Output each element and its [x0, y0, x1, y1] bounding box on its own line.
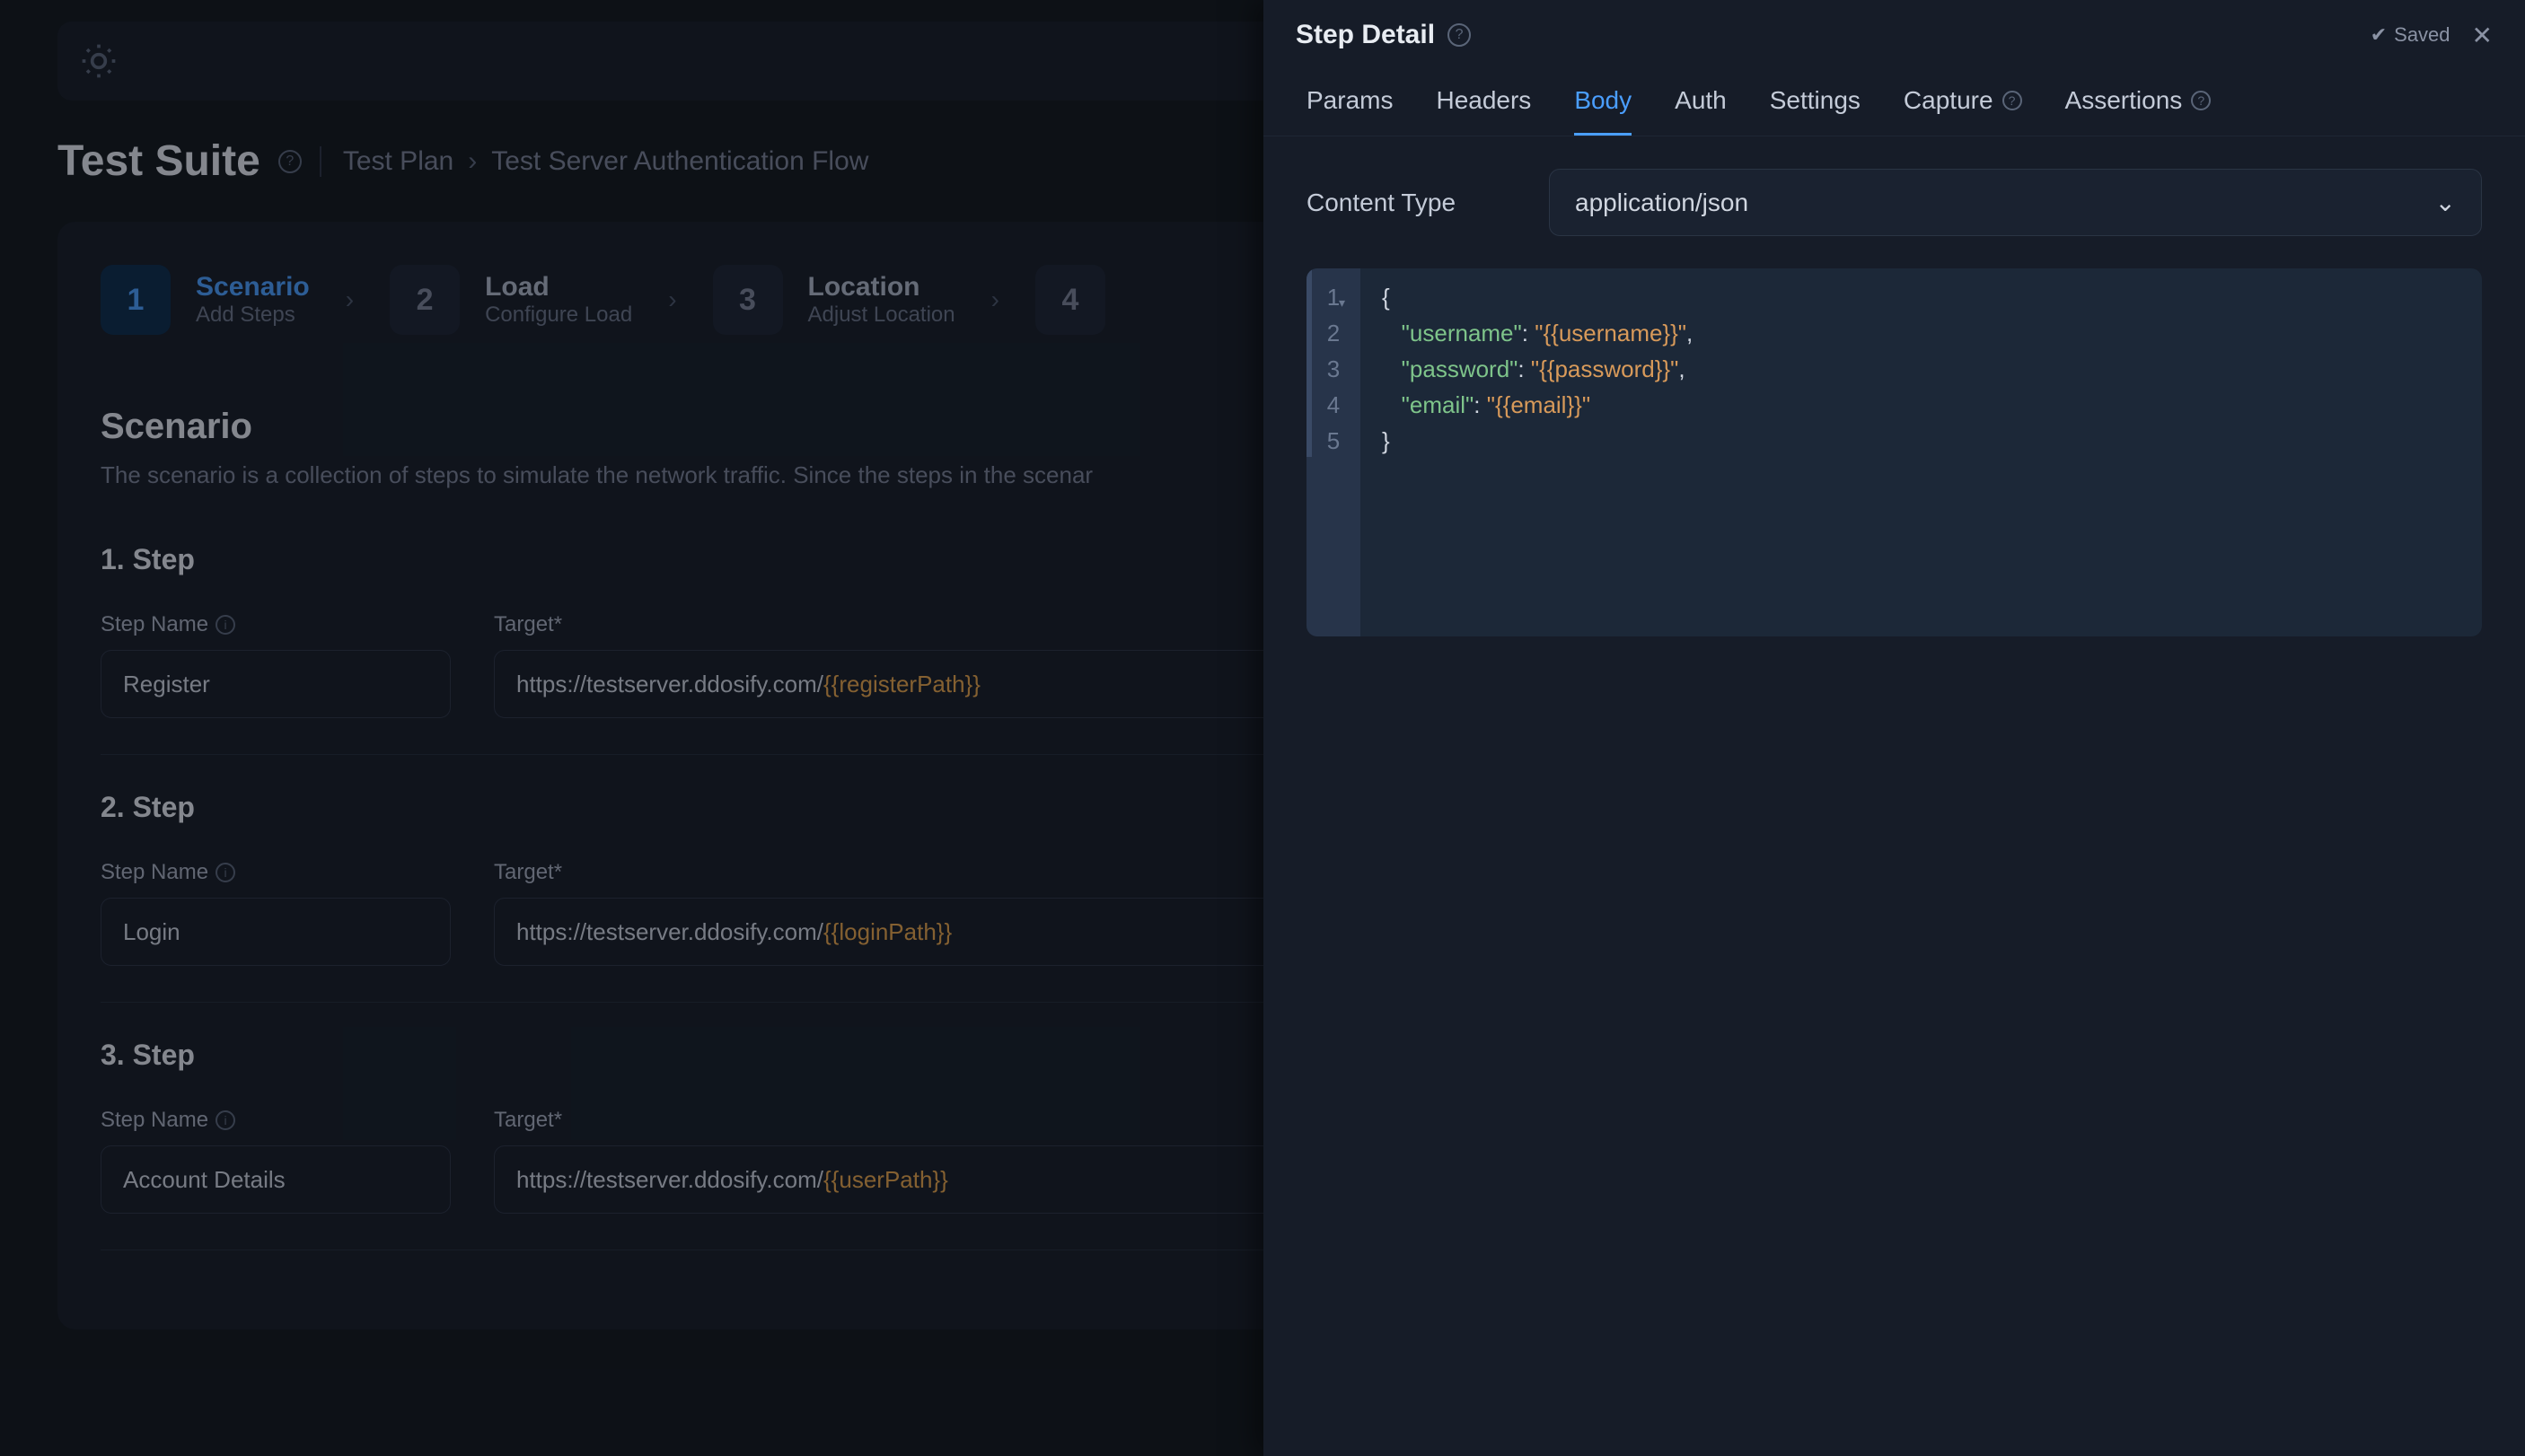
content-type-label: Content Type	[1306, 189, 1495, 217]
panel-title: Step Detail	[1296, 20, 1435, 50]
help-icon[interactable]: ?	[1447, 23, 1471, 47]
step-detail-panel: Step Detail ? ✔ Saved ✕ Params Headers Bod…	[1263, 0, 2525, 1456]
close-icon[interactable]: ✕	[2472, 21, 2493, 50]
help-icon[interactable]: ?	[2191, 91, 2211, 110]
saved-status: ✔ Saved	[2371, 23, 2450, 47]
fold-icon[interactable]: ▾	[1339, 285, 1345, 320]
tab-assertions[interactable]: Assertions?	[2065, 86, 2212, 136]
tab-headers[interactable]: Headers	[1436, 86, 1531, 136]
chevron-down-icon: ⌄	[2435, 188, 2456, 217]
tab-params[interactable]: Params	[1306, 86, 1393, 136]
code-editor[interactable]: 12345 ▾ { "username": "{{username}}", "p…	[1306, 268, 2482, 636]
tab-auth[interactable]: Auth	[1675, 86, 1727, 136]
panel-tabs: Params Headers Body Auth Settings Capture? Ass…	[1263, 70, 2525, 136]
tab-body[interactable]: Body	[1574, 86, 1632, 136]
check-icon: ✔	[2371, 23, 2387, 47]
help-icon[interactable]: ?	[2002, 91, 2022, 110]
tab-capture[interactable]: Capture?	[1904, 86, 2022, 136]
content-type-select[interactable]: application/json ⌄	[1549, 169, 2482, 236]
code-gutter: 12345 ▾	[1306, 268, 1360, 636]
code-content[interactable]: { "username": "{{username}}", "password"…	[1360, 268, 1714, 636]
tab-settings[interactable]: Settings	[1770, 86, 1861, 136]
